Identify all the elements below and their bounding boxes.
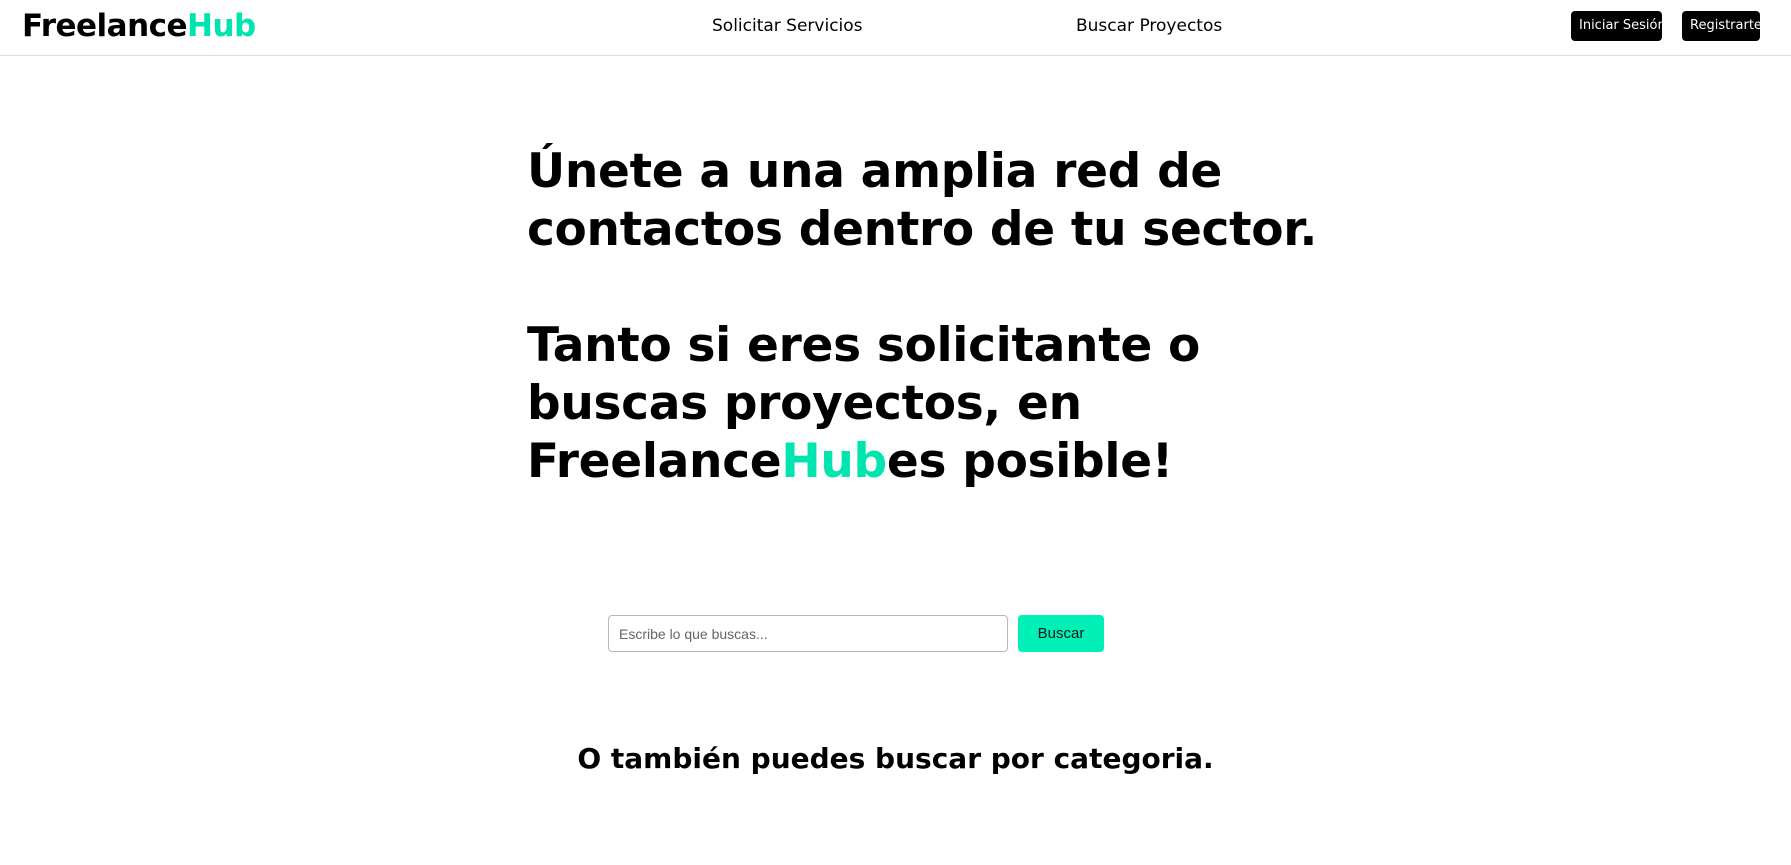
top-navbar: FreelanceHub Solicitar Servicios Buscar …: [0, 0, 1791, 56]
logo-text-hub: Hub: [187, 8, 256, 44]
login-button[interactable]: Iniciar Sesión: [1571, 11, 1666, 41]
search-button[interactable]: Buscar: [1018, 615, 1104, 652]
nav-link-buscar-proyectos[interactable]: Buscar Proyectos: [1076, 15, 1222, 37]
logo-text-freelance: Freelance: [22, 8, 188, 44]
hero-line: buscas proyectos, en: [527, 376, 1082, 431]
category-section-title: O también puedes buscar por categoria.: [577, 742, 1214, 775]
search-input[interactable]: [608, 615, 1008, 652]
hero-brand-hub: Hub: [781, 434, 887, 489]
hero-line: Tanto si eres solicitante o: [527, 318, 1201, 373]
site-logo[interactable]: FreelanceHub: [22, 8, 256, 44]
hero-line-suffix: es posible!: [886, 434, 1173, 489]
hero-line: contactos dentro de tu sector.: [527, 202, 1318, 257]
hero-line: FreelanceHubes posible!: [527, 433, 1347, 491]
register-button[interactable]: Registrarte: [1682, 11, 1762, 41]
hero-heading: Únete a una amplia red de contactos dent…: [527, 143, 1347, 491]
hero-line: Únete a una amplia red de: [527, 144, 1222, 199]
nav-link-solicitar-servicios[interactable]: Solicitar Servicios: [712, 15, 863, 37]
hero-brand-freelance: Freelance: [527, 434, 782, 489]
hero-spacer: [527, 259, 1347, 317]
